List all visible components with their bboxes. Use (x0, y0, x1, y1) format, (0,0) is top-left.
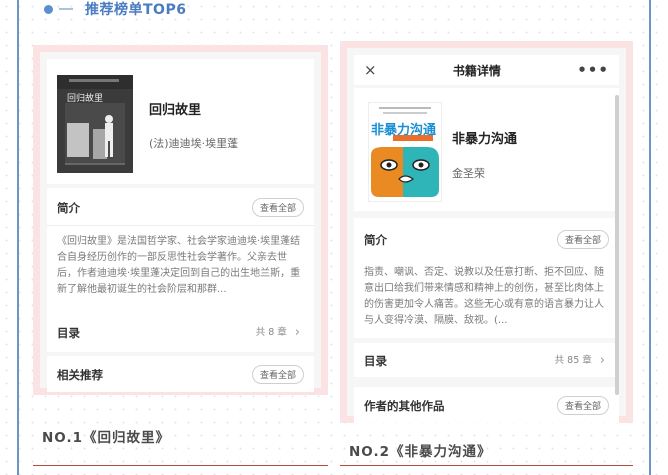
close-icon[interactable]: × (364, 61, 377, 79)
toc-row[interactable]: 目录 共 85 章 › (354, 343, 619, 377)
chapter-count-text: 共 85 章 (554, 355, 592, 366)
other-works-label: 作者的其他作品 (364, 399, 445, 413)
book-description: 指责、嘲讽、否定、说教以及任意打断、拒不回应、随意出口给我们带来情感和精神上的创… (364, 267, 604, 326)
chapter-count: 共 85 章 › (555, 352, 605, 368)
bullet-dash (59, 8, 73, 10)
book-description: 《回归故里》是法国哲学家、社会学家迪迪埃·埃里蓬结合自身经历创作的一部反思性社会… (57, 236, 301, 295)
other-works-row: 作者的其他作品 查看全部 (354, 387, 619, 423)
intro-label: 简介 (364, 233, 387, 247)
toc-label: 目录 (364, 354, 387, 368)
view-all-other-works-button[interactable]: 查看全部 (556, 396, 609, 415)
section-title: 推荐榜单TOP6 (85, 2, 187, 18)
bullet-dot-icon (44, 4, 53, 14)
chevron-right-icon: › (599, 353, 605, 368)
book-cover-image[interactable]: 非暴力沟通 (368, 102, 442, 202)
cover-title: 非暴力沟通 (371, 123, 437, 138)
book-title: 非暴力沟通 (452, 132, 518, 147)
book-card-1: 回归故里 回归故里 (法)迪迪埃·埃里蓬 简介 查看全部 《回归故里》是法国哲学… (33, 45, 328, 395)
cover-title: 回归故里 (67, 94, 104, 104)
view-all-related-button[interactable]: 查看全部 (251, 365, 304, 384)
book-author: 金圣荣 (452, 167, 485, 180)
chevron-right-icon: › (294, 325, 300, 340)
toc-label: 目录 (57, 326, 80, 340)
related-row: 相关推荐 查看全部 (47, 356, 314, 392)
chapter-count: 共 8 章 › (256, 324, 300, 340)
chapter-count-text: 共 8 章 (255, 327, 287, 338)
view-all-intro-button[interactable]: 查看全部 (556, 230, 609, 249)
book-cover-image[interactable]: 回归故里 (57, 75, 133, 173)
intro-section: 简介 查看全部 指责、嘲讽、否定、说教以及任意打断、拒不回应、随意出口给我们带来… (354, 218, 619, 338)
cover-art (369, 103, 441, 201)
caption-underline (340, 465, 633, 466)
book-author: (法)迪迪埃·埃里蓬 (149, 137, 239, 150)
scrollbar[interactable] (615, 95, 619, 395)
caption-underline (33, 465, 328, 466)
book-card-2: × 书籍详情 ••• 非暴力沟通 非暴力沟通 金圣荣 简介 查看全部 指责、嘲讽… (340, 41, 633, 423)
navbar: × 书籍详情 ••• (354, 55, 619, 85)
navbar-title: 书籍详情 (452, 63, 501, 78)
right-frame-border (649, 0, 651, 475)
book-2-caption: NO.2《非暴力沟通》 (349, 444, 492, 460)
intro-label: 简介 (57, 201, 80, 215)
section-header: 推荐榜单TOP6 (44, 0, 186, 20)
book-1-caption: NO.1《回归故里》 (42, 430, 170, 446)
more-options-icon[interactable]: ••• (577, 61, 609, 79)
book-title: 回归故里 (149, 103, 202, 118)
book-info-section: 回归故里 回归故里 (法)迪迪埃·埃里蓬 (47, 59, 314, 184)
related-label: 相关推荐 (57, 368, 103, 382)
toc-row[interactable]: 目录 共 8 章 › (47, 315, 314, 349)
book-info-section: 非暴力沟通 非暴力沟通 金圣荣 (354, 88, 619, 211)
view-all-intro-button[interactable]: 查看全部 (251, 198, 304, 217)
cover-art (57, 75, 133, 173)
divider (47, 225, 314, 226)
left-frame-border (17, 0, 19, 475)
